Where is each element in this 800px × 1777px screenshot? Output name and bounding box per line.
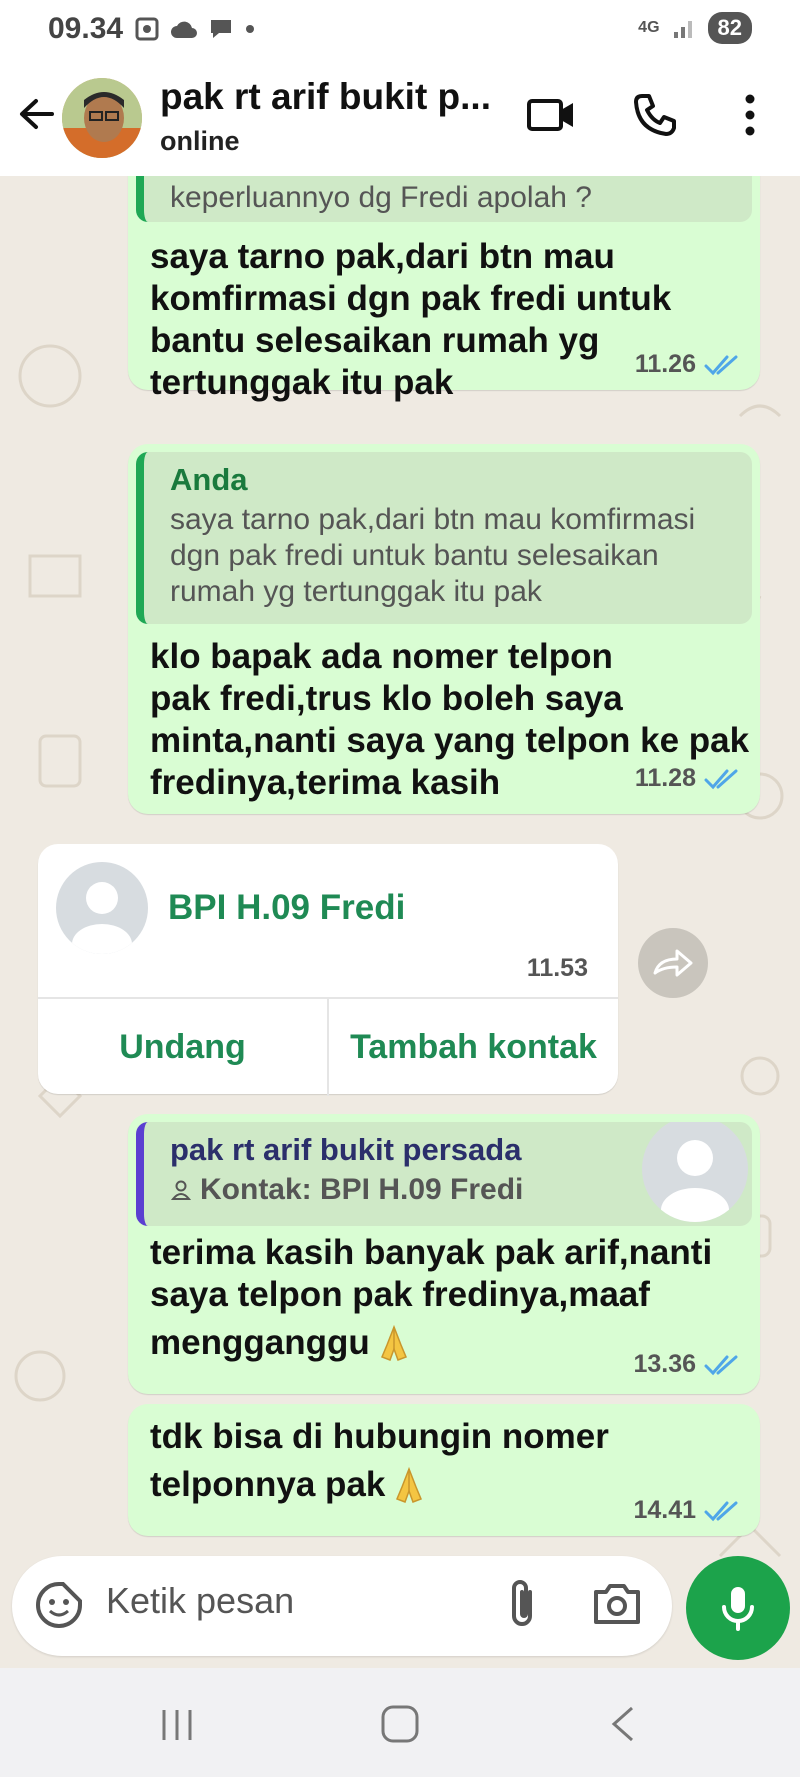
double-check-read-icon [704,1355,738,1375]
contact-card-actions: Undang Tambah kontak [38,997,618,1096]
contact-name[interactable]: pak rt arif bukit p... [160,76,491,118]
quoted-line: rumah yg tertunggak itu pak [170,575,542,608]
add-contact-button[interactable]: Tambah kontak [327,999,618,1096]
chat-header: pak rt arif bukit p... online [0,58,800,176]
message-line: saya telpon pak fredinya,maaf [150,1275,650,1314]
contact-card-name[interactable]: BPI H.09 Fredi [168,888,405,928]
contact-card-avatar [56,862,148,954]
message-meta: 11.26 [635,350,740,379]
message-line: saya tarno pak,dari btn mau [150,237,615,276]
message-line-with-emoji: telponnya pak [150,1464,609,1506]
message-bubble-outgoing[interactable]: Anda saya tarno pak,dari btn mau komfirm… [128,444,760,814]
phone-icon [634,94,676,136]
attach-button[interactable] [502,1578,542,1637]
message-text: tdk bisa di hubungin nomer telponnya pak [150,1416,609,1506]
message-line: bantu selesaikan rumah yg [150,321,600,360]
home-icon [381,1705,419,1743]
cloud-icon [171,21,197,38]
invite-button[interactable]: Undang [38,999,327,1096]
recent-apps-button[interactable] [160,1708,194,1747]
folded-hands-emoji-icon [396,1466,423,1503]
message-bubble-outgoing[interactable]: keperluannyo dg Fredi apolah ? saya tarn… [128,176,760,402]
contact-status: online [160,126,240,156]
message-line: telponnya pak [150,1465,386,1504]
recent-apps-icon [162,1710,192,1740]
message-bubble-outgoing[interactable]: tdk bisa di hubungin nomer telponnya pak… [128,1404,760,1536]
system-back-button[interactable] [610,1706,636,1747]
message-line: tertunggak itu pak [150,363,454,402]
message-composer [12,1556,672,1656]
sticker-button[interactable] [34,1580,84,1635]
message-line: mengganggu [150,1323,370,1362]
message-line-with-emoji: mengganggu [150,1322,712,1364]
status-time: 09.34 [48,12,124,45]
default-avatar-icon [72,882,132,954]
avatar-photo [62,78,142,158]
forward-icon [653,949,693,977]
message-input[interactable] [106,1580,406,1622]
contact-card-message[interactable]: BPI H.09 Fredi 11.53 Undang Tambah konta… [38,844,618,1096]
screenshot-icon [135,17,159,41]
more-options-button[interactable] [738,92,762,143]
signal-icon [673,21,692,38]
person-icon [170,1180,192,1200]
chevron-left-icon [611,1706,633,1742]
message-meta: 11.28 [635,764,740,793]
quoted-message[interactable]: Anda saya tarno pak,dari btn mau komfirm… [136,452,752,624]
video-camera-icon [527,99,573,131]
quoted-contact-message[interactable]: pak rt arif bukit persada Kontak: BPI H.… [136,1122,752,1226]
more-vertical-icon [745,94,755,136]
message-time: 11.28 [634,764,696,792]
sticker-icon [36,1582,82,1628]
message-time: 13.36 [633,1350,696,1378]
message-line: pak fredi,trus klo boleh saya [150,679,623,718]
camera-button[interactable] [592,1580,642,1631]
message-text: saya tarno pak,dari btn mau komfirmasi d… [150,236,671,404]
double-check-read-icon [704,769,738,789]
voice-message-button[interactable] [686,1556,790,1660]
dot-icon [246,25,254,33]
status-bar: 09.34 4G 82 [0,0,800,58]
message-line: klo bapak ada nomer telpon [150,637,613,676]
message-line: komfirmasi dgn pak fredi untuk [150,279,672,318]
message-text: terima kasih banyak pak arif,nanti saya … [150,1232,712,1364]
quoted-line: dgn pak fredi untuk bantu selesaikan [170,539,659,572]
video-call-button[interactable] [526,94,576,141]
message-time: 14.41 [633,1496,696,1524]
microphone-icon [722,1587,754,1631]
voice-call-button[interactable] [632,92,678,143]
chat-area[interactable]: keperluannyo dg Fredi apolah ? saya tarn… [0,176,800,1668]
paperclip-icon [512,1580,532,1626]
back-button[interactable] [16,94,56,139]
quoted-author: Anda [170,462,248,497]
network-type: 4G [638,19,660,36]
folded-hands-emoji-icon [380,1324,407,1361]
quoted-line: saya tarno pak,dari btn mau komfirmasi [170,503,696,536]
message-line: tdk bisa di hubungin nomer [150,1417,609,1456]
message-time: 11.26 [634,350,696,378]
forward-button[interactable] [638,928,708,998]
quoted-text: saya tarno pak,dari btn mau komfirmasi d… [170,502,738,610]
chat-notification-icon [211,20,231,38]
quoted-contact-label: Kontak: BPI H.09 Fredi [200,1173,524,1206]
home-button[interactable] [380,1704,420,1749]
message-meta: 13.36 [633,1350,740,1379]
arrow-left-icon [20,99,54,129]
quoted-message[interactable]: keperluannyo dg Fredi apolah ? [136,176,752,222]
message-line: minta,nanti saya yang telpon ke pak [150,721,750,760]
battery-indicator: 82 [707,12,752,44]
contact-avatar[interactable] [62,78,142,158]
double-check-read-icon [704,1501,738,1521]
message-time: 11.53 [526,954,588,982]
status-right: 4G 82 [638,12,752,44]
system-navigation-bar [0,1668,800,1777]
camera-icon [594,1584,640,1624]
double-check-read-icon [704,355,738,375]
message-meta: 14.41 [633,1496,740,1525]
message-bubble-outgoing[interactable]: pak rt arif bukit persada Kontak: BPI H.… [128,1114,760,1394]
message-line: terima kasih banyak pak arif,nanti [150,1233,713,1272]
status-notification-icons [134,14,256,44]
quoted-text: keperluannyo dg Fredi apolah ? [170,181,592,214]
